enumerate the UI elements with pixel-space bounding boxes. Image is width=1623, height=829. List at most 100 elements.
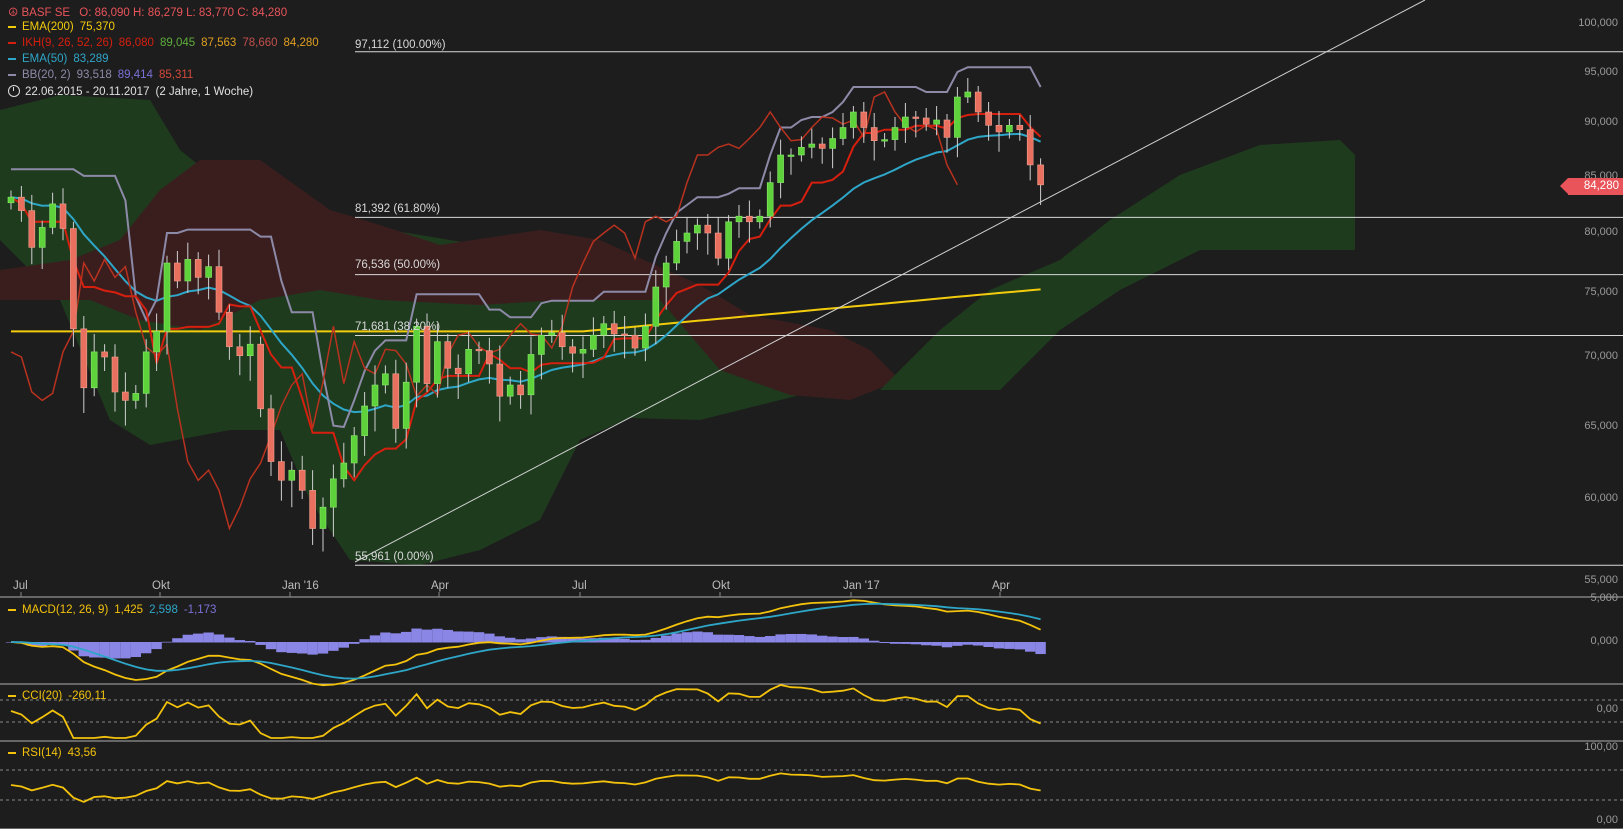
- bb-value-3: 85,311: [158, 69, 194, 81]
- rsi-y-label: 0,00: [1596, 814, 1618, 826]
- macd-histogram-bar: [733, 635, 745, 643]
- chart-stage: { "header": { "symbol": "BASF SE", "ohlc…: [0, 0, 1623, 829]
- macd-histogram-bar: [473, 632, 485, 643]
- candle-body: [995, 125, 1003, 133]
- candle-body: [38, 227, 46, 248]
- candle-body: [153, 331, 160, 353]
- candle-body: [28, 210, 36, 248]
- y-tick-label: 65,000: [1584, 420, 1618, 432]
- candle-body: [891, 127, 899, 140]
- candle-body: [298, 469, 306, 491]
- macd-histogram-bar: [442, 629, 453, 643]
- candle-body: [236, 346, 244, 357]
- cci-value: -260,11: [68, 690, 107, 702]
- macd-histogram-bar: [297, 642, 308, 654]
- candle-body: [142, 351, 150, 394]
- candle-body: [985, 111, 992, 126]
- legend-cci[interactable]: CCI(20) -260,11: [8, 690, 106, 702]
- candle-body: [18, 196, 25, 211]
- macd-histogram-bar: [317, 642, 329, 654]
- x-tick-label: Okt: [712, 580, 730, 592]
- macd-value-2: 2,598: [149, 604, 178, 616]
- candle-body: [870, 127, 878, 141]
- macd-histogram-bar: [973, 642, 984, 646]
- candle-body: [746, 215, 753, 223]
- candle-body: [111, 356, 119, 393]
- candle-body: [662, 262, 670, 288]
- macd-histogram-bar: [505, 637, 516, 643]
- legend-ikh[interactable]: IKH(9, 26, 52, 26) 86,080 89,045 87,563 78,6…: [8, 37, 319, 49]
- rsi-swatch-icon: [8, 751, 16, 754]
- legend-bb[interactable]: BB(20, 2) 93,518 89,414 85,311: [8, 69, 193, 81]
- candle-body: [423, 325, 431, 384]
- macd-histogram-bar: [109, 642, 121, 659]
- x-tick-label: Jan '17: [843, 580, 880, 592]
- macd-histogram-bar: [349, 642, 360, 644]
- macd-histogram-bar: [390, 633, 401, 643]
- candle-body: [704, 224, 712, 234]
- candle-body: [90, 351, 98, 389]
- legend-symbol: ☮ BASF SE O: 86,090 H: 86,279 L: 83,770 …: [8, 5, 287, 19]
- candlestick-icon: ☮: [8, 7, 19, 19]
- candle-body: [725, 221, 732, 259]
- candle-body: [454, 367, 462, 375]
- macd-histogram-bar: [983, 642, 994, 648]
- macd-histogram-bar: [869, 640, 880, 643]
- candle-body: [413, 325, 420, 383]
- bb-value-1: 93,518: [76, 69, 112, 81]
- y-tick-label: 70,000: [1584, 350, 1618, 362]
- legend-ema50[interactable]: EMA(50) 83,289: [8, 53, 109, 65]
- macd-histogram-bar: [993, 642, 1005, 649]
- macd-histogram-bar: [120, 642, 131, 659]
- rsi-line: [10, 772, 1041, 803]
- candle-body: [829, 138, 836, 149]
- x-tick-label: Jan '16: [282, 580, 319, 592]
- legend-ema200[interactable]: EMA(200) 75,370: [8, 21, 115, 33]
- candle-body: [735, 215, 743, 223]
- y-tick-label: 75,000: [1584, 286, 1618, 298]
- x-tick-label: Okt: [152, 580, 170, 592]
- candle-body: [122, 391, 129, 401]
- candle-body: [839, 127, 847, 139]
- candle-body: [850, 111, 857, 128]
- x-tick-label: Apr: [992, 580, 1010, 592]
- legend-rsi[interactable]: RSI(14) 43,56: [8, 747, 96, 759]
- macd-histogram-bar: [640, 639, 651, 643]
- legend-macd[interactable]: MACD(12, 26, 9) 1,425 2,598 -1,173: [8, 604, 216, 616]
- candle-body: [610, 323, 618, 335]
- macd-histogram-bar: [401, 631, 412, 643]
- cloud-future-area: [880, 140, 1355, 390]
- macd-value-1: 1,425: [114, 604, 144, 616]
- chart-canvas: [0, 0, 1623, 829]
- candle-body: [80, 328, 88, 389]
- macd-histogram-bar: [775, 634, 786, 643]
- candle-body: [787, 154, 795, 157]
- macd-histogram-bar: [484, 633, 495, 643]
- candle-body: [777, 154, 784, 183]
- macd-histogram-bar: [713, 634, 724, 643]
- macd-histogram-bar: [806, 634, 817, 643]
- macd-y-label: 0,000: [1590, 635, 1618, 647]
- macd-histogram-bar: [245, 640, 256, 643]
- ichimoku-cloud: [0, 95, 1355, 565]
- candle-body: [766, 182, 774, 217]
- candle-body: [694, 224, 701, 234]
- x-tick-label: Jul: [13, 580, 28, 592]
- candle-body: [569, 346, 576, 354]
- rsi-value: 43,56: [67, 747, 97, 759]
- ikh-label: IKH(9, 26, 52, 26): [22, 37, 113, 49]
- candle-body: [527, 354, 535, 396]
- macd-histogram-bar: [286, 642, 297, 653]
- candle-body: [319, 506, 327, 529]
- macd-histogram-bar: [754, 636, 765, 643]
- ikh-value-2: 89,045: [159, 37, 196, 49]
- y-tick-label: 55,000: [1584, 574, 1618, 586]
- fib-label-382: 71,681 (38.20%): [355, 321, 441, 333]
- y-tick-label: 90,000: [1584, 116, 1618, 128]
- candle-body: [475, 349, 483, 352]
- candle-body: [600, 323, 608, 336]
- candle-body: [881, 139, 888, 142]
- y-tick-label: 80,000: [1584, 226, 1618, 238]
- macd-histogram-bar: [1025, 642, 1036, 652]
- x-tick-label: Jul: [572, 580, 587, 592]
